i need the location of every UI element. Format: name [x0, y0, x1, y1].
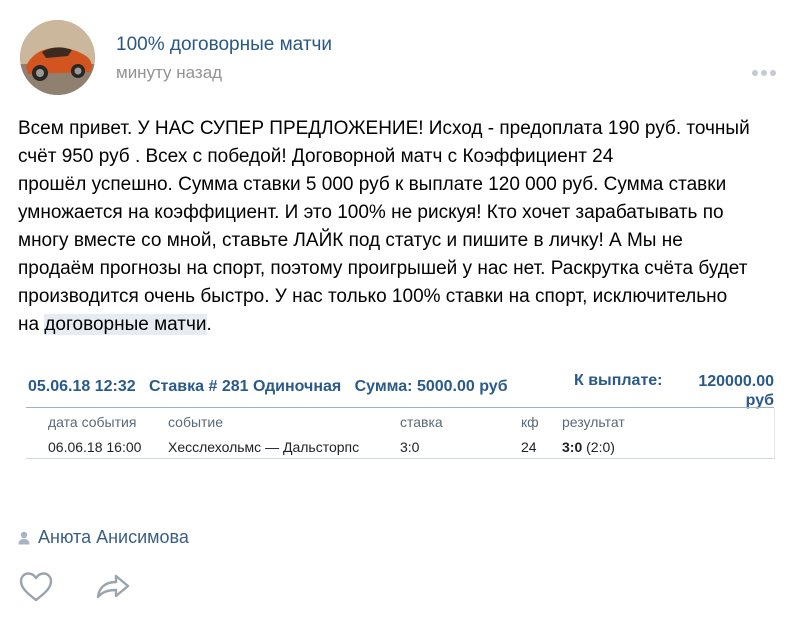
hashtag-link[interactable]: договорные матчи — [44, 314, 207, 335]
payout-label: К выплате: — [574, 372, 663, 389]
car-image — [20, 20, 95, 95]
bet-slip-image[interactable]: 05.06.18 12:32 Ставка # 281 Одиночная Су… — [24, 366, 776, 460]
post-text-line: умножается на коэффициент. И это 100% не… — [18, 202, 724, 223]
header-stake: ставка — [400, 414, 443, 430]
post-text-line: Всем привет. У НАС СУПЕР ПРЕДЛОЖЕНИЕ! Ис… — [18, 118, 750, 139]
post-text-fragment: . — [206, 314, 212, 335]
payout-value: 120000.00 руб — [688, 372, 774, 410]
group-name-link[interactable]: 100% договорные матчи — [116, 34, 332, 56]
row-result-main: 3:0 — [562, 439, 583, 455]
bet-sum: Сумма: 5000.00 руб — [354, 378, 508, 395]
row-date: 06.06.18 16:00 — [48, 439, 142, 455]
post-text-last-line: на договорные матчи. — [18, 311, 778, 339]
user-icon — [18, 529, 30, 550]
author-name: Анюта Анисимова — [38, 527, 189, 547]
post-timestamp[interactable]: минуту назад — [116, 63, 222, 83]
payout-amount: 120000.00 — [698, 373, 774, 390]
bet-date: 05.06.18 12:32 — [28, 378, 136, 395]
header-event: событие — [168, 414, 224, 430]
group-avatar[interactable] — [20, 20, 95, 95]
share-arrow-icon[interactable] — [95, 572, 131, 600]
post-text-line: прошёл успешно. Сумма ставки 5 000 руб к… — [18, 174, 727, 195]
post-text-line: производится очень быстро. У нас только … — [18, 286, 728, 307]
row-coef: 24 — [521, 439, 537, 455]
post-text-line: многу вместе со мной, ставьте ЛАЙК под с… — [18, 230, 683, 251]
bet-table: дата события событие ставка кф результат… — [26, 408, 775, 459]
bet-label: Ставка # 281 Одиночная — [149, 378, 342, 395]
post-text-line: продаём прогнозы на спорт, поэтому проиг… — [18, 258, 748, 279]
bet-header: 05.06.18 12:32 Ставка # 281 Одиночная Су… — [28, 378, 508, 396]
row-result-detail: (2:0) — [582, 439, 615, 455]
post-text-fragment: на — [18, 314, 45, 335]
heart-icon[interactable] — [19, 571, 53, 603]
header-coef: кф — [521, 414, 539, 430]
post-text-line: счёт 950 руб . Всех с победой! Договорно… — [18, 146, 614, 167]
post-author-link[interactable]: Анюта Анисимова — [18, 527, 189, 550]
post-text: Всем привет. У НАС СУПЕР ПРЕДЛОЖЕНИЕ! Ис… — [18, 115, 778, 339]
row-event: Хесслехольмс — Дальсторпс — [168, 439, 360, 455]
header-result: результат — [562, 414, 625, 430]
row-result: 3:0 (2:0) — [562, 439, 615, 455]
more-dots-icon[interactable] — [752, 63, 784, 77]
row-stake: 3:0 — [400, 439, 420, 455]
header-date: дата события — [48, 414, 137, 430]
